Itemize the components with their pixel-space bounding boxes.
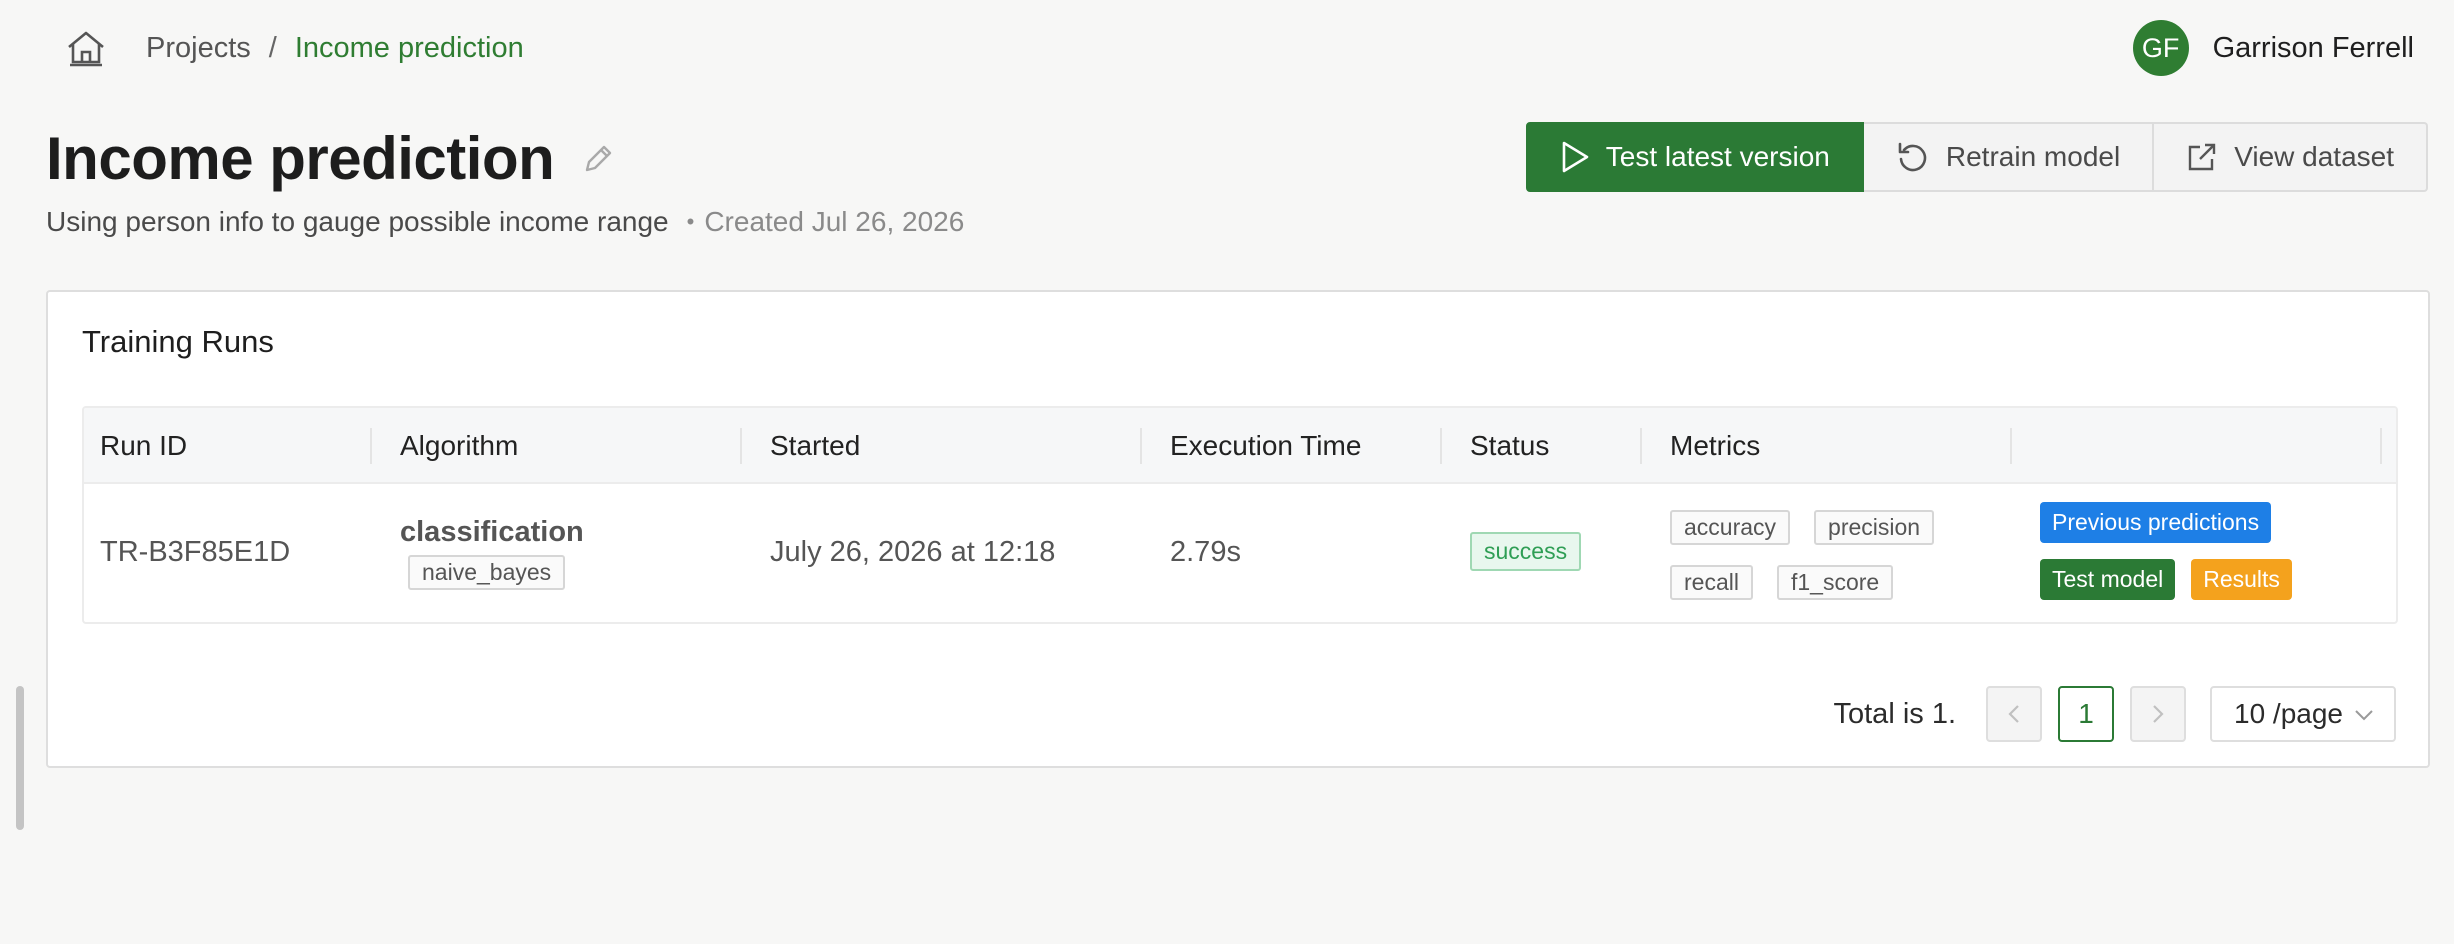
previous-predictions-button[interactable]: Previous predictions [2040, 502, 2272, 543]
next-page-button[interactable] [2130, 686, 2186, 742]
project-description: Using person info to gauge possible inco… [46, 206, 669, 237]
chevron-left-icon [2008, 705, 2019, 723]
created-date: Created Jul 26, 2026 [704, 206, 965, 237]
top-bar: Projects / Income prediction GF Garrison… [0, 0, 2454, 96]
column-header-started[interactable]: Started [770, 408, 860, 484]
test-latest-version-label: Test latest version [1605, 141, 1830, 172]
external-link-icon [2188, 143, 2216, 171]
column-header-run-id[interactable]: Run ID [100, 408, 187, 484]
chevron-right-icon [2153, 705, 2164, 723]
subtitle-row: Using person info to gauge possible inco… [46, 206, 964, 238]
algorithm-name: classification [400, 516, 584, 548]
training-runs-table: Run ID Algorithm Started Execution Time … [82, 406, 2398, 624]
page-number-1[interactable]: 1 [2058, 686, 2114, 742]
retrain-model-label: Retrain model [1945, 141, 2121, 172]
test-model-button[interactable]: Test model [2040, 559, 2176, 600]
breadcrumb: Projects / Income prediction [146, 30, 524, 66]
status-cell: success [1470, 532, 1582, 571]
page-title: Income prediction [46, 125, 555, 192]
scrollbar-thumb[interactable] [16, 686, 24, 830]
chevron-down-icon [2355, 710, 2373, 721]
page-size-value: 10 /page [2234, 698, 2343, 729]
started-cell: July 26, 2026 at 12:18 [770, 536, 1056, 568]
breadcrumb-current[interactable]: Income prediction [295, 30, 524, 66]
column-divider [1640, 428, 1642, 464]
page-size-select[interactable]: 10 /page [2210, 686, 2396, 742]
pagination-total: Total is 1. [1833, 697, 1957, 730]
status-badge: success [1470, 532, 1582, 571]
row-actions-cell: Previous predictions Test model Results [2040, 502, 2380, 600]
user-menu[interactable]: GF Garrison Ferrell [2132, 20, 2414, 76]
avatar[interactable]: GF [2132, 20, 2189, 76]
metrics-cell: accuracy precision recall f1_score [1670, 510, 1990, 600]
test-latest-version-button[interactable]: Test latest version [1525, 122, 1864, 192]
column-divider [1440, 428, 1442, 464]
header-actions: Test latest version Retrain model View d… [1525, 122, 2428, 192]
retrain-model-button[interactable]: Retrain model [1863, 122, 2155, 192]
play-icon [1562, 141, 1589, 173]
results-button[interactable]: Results [2191, 559, 2292, 600]
refresh-icon [1898, 142, 1927, 172]
separator-dot: • [686, 209, 695, 234]
view-dataset-label: View dataset [2234, 141, 2394, 172]
title-row: Income prediction [46, 124, 616, 193]
user-name[interactable]: Garrison Ferrell [2213, 32, 2414, 65]
column-header-execution-time[interactable]: Execution Time [1170, 408, 1361, 484]
column-header-status[interactable]: Status [1470, 408, 1549, 484]
column-divider [2010, 428, 2012, 464]
execution-time-cell: 2.79s [1170, 536, 1241, 568]
run-id-cell: TR-B3F85E1D [100, 536, 291, 568]
table-row: TR-B3F85E1D classification naive_bayes J… [84, 484, 2396, 622]
metric-tag-f1-score: f1_score [1776, 565, 1894, 600]
training-runs-card: Training Runs Run ID Algorithm Started E… [46, 290, 2430, 768]
table-header: Run ID Algorithm Started Execution Time … [84, 408, 2396, 484]
view-dataset-button[interactable]: View dataset [2154, 122, 2428, 192]
pagination: Total is 1. 1 10 /page [1833, 686, 2396, 742]
algorithm-cell: classification naive_bayes [400, 516, 584, 590]
column-header-metrics[interactable]: Metrics [1670, 408, 1760, 484]
home-icon[interactable] [64, 28, 108, 68]
column-divider [740, 428, 742, 464]
column-divider [1140, 428, 1142, 464]
breadcrumb-separator: / [268, 32, 277, 64]
algorithm-variant-tag: naive_bayes [408, 555, 566, 590]
column-divider [370, 428, 372, 464]
column-divider [2380, 428, 2382, 464]
previous-page-button[interactable] [1986, 686, 2042, 742]
breadcrumb-projects[interactable]: Projects [146, 30, 251, 66]
training-runs-title: Training Runs [82, 324, 274, 359]
edit-icon[interactable] [580, 141, 616, 177]
column-header-algorithm[interactable]: Algorithm [400, 408, 518, 484]
metric-tag-precision: precision [1814, 510, 1935, 545]
metric-tag-accuracy: accuracy [1670, 510, 1791, 545]
metric-tag-recall: recall [1670, 565, 1753, 600]
